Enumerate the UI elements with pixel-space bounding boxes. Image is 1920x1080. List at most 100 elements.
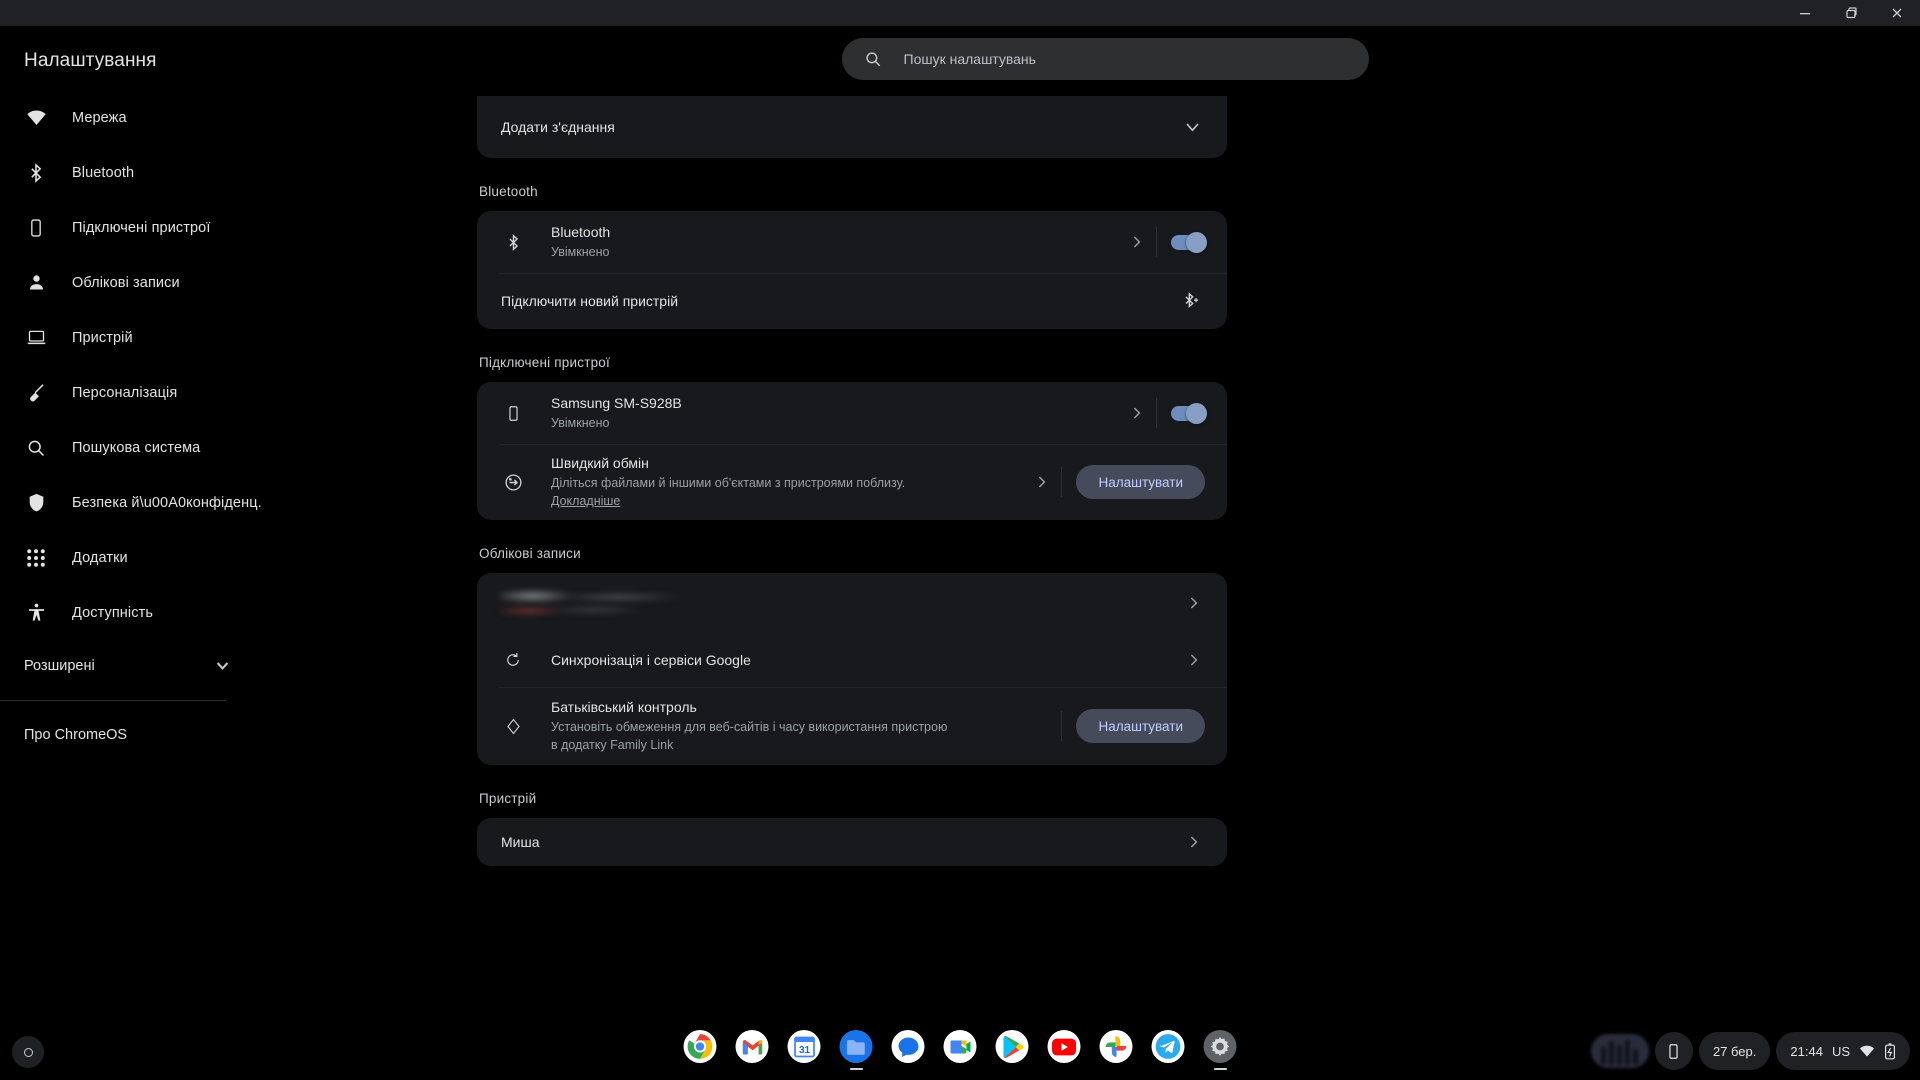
chevron-right-icon[interactable]	[1126, 407, 1148, 419]
bluetooth-icon	[24, 161, 48, 185]
bluetooth-card: Bluetooth Увімкнено Підключити новий при…	[477, 211, 1227, 329]
page-title: Налаштування	[24, 50, 157, 71]
sidebar-item-bluetooth[interactable]: Bluetooth	[0, 145, 290, 200]
row-title: Samsung SM-S928B	[551, 395, 682, 411]
row-mouse[interactable]: Миша	[477, 818, 1227, 866]
bluetooth-toggle[interactable]	[1171, 231, 1207, 253]
section-title-bluetooth: Bluetooth	[479, 184, 538, 199]
minimize-button[interactable]	[1782, 0, 1828, 26]
sidebar-about-label: Про ChromeOS	[24, 727, 128, 743]
learn-more-link[interactable]: Докладніше	[551, 494, 620, 508]
section-title-connected-devices: Підключені пристрої	[479, 355, 610, 370]
launcher-icon[interactable]	[12, 1036, 44, 1068]
sidebar-item-connected-devices[interactable]: Підключені пристрої	[0, 200, 290, 255]
chevron-down-icon[interactable]	[1179, 122, 1205, 132]
sidebar-item-label: Пошукова система	[72, 439, 201, 456]
sidebar-item-about-chromeos[interactable]: Про ChromeOS	[0, 709, 290, 761]
account-name-redacted	[499, 586, 691, 620]
sidebar-item-accounts[interactable]: Облікові записи	[0, 255, 290, 310]
row-parental-controls[interactable]: Батьківський контроль Установіть обмежен…	[477, 687, 1227, 765]
chevron-right-icon[interactable]	[1126, 236, 1148, 248]
row-title: Bluetooth	[551, 224, 611, 240]
date-label: 27 бер.	[1712, 1043, 1757, 1059]
divider	[1061, 711, 1063, 741]
sidebar-item-security[interactable]: Безпека й\u00A0конфіденц.	[0, 475, 290, 530]
sidebar-item-network[interactable]: Мережа	[0, 90, 290, 145]
sidebar-item-label: Пристрій	[72, 329, 133, 346]
messages-icon[interactable]	[891, 1030, 925, 1063]
calendar-date-button[interactable]: 27 бер.	[1698, 1032, 1771, 1070]
settings-scroll-area: Додати з'єднання Bluetooth Bluetooth Уві…	[290, 96, 1920, 1036]
section-title-device: Пристрій	[479, 791, 537, 806]
sidebar-item-accessibility[interactable]: Доступність	[0, 585, 290, 640]
running-indicator	[849, 1067, 863, 1070]
sidebar-item-search-engine[interactable]: Пошукова система	[0, 420, 290, 475]
search-icon	[24, 436, 48, 460]
running-indicator	[1213, 1067, 1227, 1070]
gmail-icon[interactable]	[735, 1030, 769, 1063]
sync-icon	[499, 651, 527, 669]
sidebar-item-device[interactable]: Пристрій	[0, 310, 290, 365]
telegram-icon[interactable]	[1151, 1030, 1185, 1063]
close-button[interactable]	[1874, 0, 1920, 26]
maximize-button[interactable]	[1828, 0, 1874, 26]
sidebar-item-label: Підключені пристрої	[72, 219, 211, 236]
meet-icon[interactable]	[943, 1030, 977, 1063]
phone-icon	[1665, 1043, 1682, 1060]
divider	[1061, 467, 1063, 497]
youtube-icon[interactable]	[1047, 1030, 1081, 1063]
calendar-icon[interactable]: 31	[787, 1030, 821, 1063]
shelf: 31 27 бер. 21:44 US	[0, 1024, 1920, 1080]
row-title: Підключити новий пристрій	[501, 292, 679, 309]
files-icon[interactable]	[839, 1030, 873, 1070]
row-subtitle: Установіть обмеження для веб-сайтів і ча…	[551, 720, 948, 752]
row-subtitle: Увімкнено	[551, 245, 610, 259]
search-bar-container	[290, 38, 1920, 94]
time-label: 21:44	[1790, 1043, 1823, 1059]
device-card: Миша	[477, 818, 1227, 866]
chevron-down-icon	[217, 662, 228, 670]
photos-icon[interactable]	[1099, 1030, 1133, 1063]
row-pair-new-device[interactable]: Підключити новий пристрій	[477, 273, 1227, 329]
sidebar-item-apps[interactable]: Додатки	[0, 530, 290, 585]
phone-icon	[499, 405, 527, 422]
divider	[1156, 227, 1157, 257]
search-input[interactable]	[903, 51, 1369, 67]
chevron-right-icon[interactable]	[1183, 836, 1205, 848]
bluetooth-search-icon[interactable]	[1181, 291, 1201, 311]
row-sync-services[interactable]: Синхронізація і сервіси Google	[477, 633, 1227, 687]
settings-icon[interactable]	[1203, 1030, 1237, 1070]
chevron-right-icon[interactable]	[1031, 476, 1053, 488]
chevron-right-icon[interactable]	[1183, 654, 1205, 666]
row-subtitle: Увімкнено	[551, 416, 610, 430]
video-thumbnail[interactable]	[1590, 1034, 1649, 1068]
row-quick-share[interactable]: Швидкий обмін Діліться файлами й іншими …	[477, 444, 1227, 520]
row-title: Швидкий обмін	[551, 455, 649, 471]
shelf-app-list: 31	[683, 1030, 1237, 1070]
row-bluetooth[interactable]: Bluetooth Увімкнено	[477, 211, 1227, 273]
phone-hub-button[interactable]	[1654, 1032, 1693, 1070]
wifi-icon	[1859, 1043, 1875, 1059]
sidebar: Налаштування Мережа Bluetooth Підключені…	[0, 26, 290, 1036]
window-title-bar	[0, 0, 1920, 26]
row-account[interactable]	[477, 573, 1227, 633]
accounts-card: Синхронізація і сервіси Google Батьківсь…	[477, 573, 1227, 765]
sidebar-item-personalization[interactable]: Персоналізація	[0, 365, 290, 420]
search-bar[interactable]	[841, 38, 1369, 80]
keyboard-layout-label: US	[1831, 1043, 1850, 1059]
play-store-icon[interactable]	[995, 1030, 1029, 1063]
chrome-icon[interactable]	[683, 1030, 717, 1063]
quick-share-setup-button[interactable]: Налаштувати	[1076, 465, 1205, 499]
row-samsung-device[interactable]: Samsung SM-S928B Увімкнено	[477, 382, 1227, 444]
device-toggle[interactable]	[1171, 402, 1207, 424]
sidebar-advanced-toggle[interactable]: Розширені	[0, 640, 290, 692]
brush-icon	[24, 381, 48, 405]
divider	[1156, 398, 1157, 428]
chevron-right-icon[interactable]	[1183, 597, 1205, 609]
row-title: Миша	[501, 833, 540, 850]
system-tray-button[interactable]: 21:44 US	[1776, 1032, 1910, 1070]
parental-controls-setup-button[interactable]: Налаштувати	[1076, 709, 1205, 743]
status-area: 27 бер. 21:44 US	[1590, 1032, 1910, 1070]
row-add-connection[interactable]: Додати з'єднання	[477, 96, 1227, 158]
bluetooth-icon	[499, 233, 527, 251]
